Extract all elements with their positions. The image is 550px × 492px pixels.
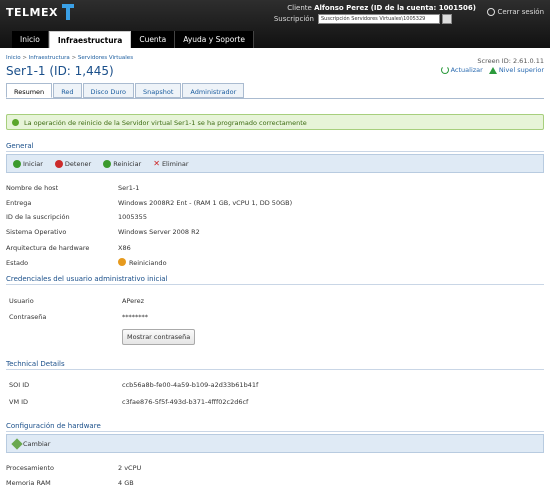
breadcrumb-inicio[interactable]: Inicio xyxy=(6,55,21,61)
subscription-label: Suscripción xyxy=(273,15,314,23)
nav-tab-inicio[interactable]: Inicio xyxy=(12,31,49,48)
client-label: Cliente xyxy=(287,4,312,12)
field-label: Procesamiento xyxy=(6,464,55,472)
field-label: Usuario xyxy=(9,297,34,305)
tab-red[interactable]: Red xyxy=(53,83,82,98)
main-nav: Inicio Infraestructura Cuenta Ayuda y So… xyxy=(12,31,254,48)
field-label: ID de la suscripción xyxy=(6,213,70,221)
breadcrumb: Inicio > Infraestructura > Servidores Vi… xyxy=(6,55,134,61)
field-label: Arquitectura de hardware xyxy=(6,244,90,252)
username-value: APerez xyxy=(122,297,145,305)
tab-resumen[interactable]: Resumen xyxy=(6,83,53,98)
tab-disco-duro[interactable]: Disco Duro xyxy=(82,83,134,98)
ram-value: 4 GB xyxy=(118,479,134,487)
breadcrumb-servidores[interactable]: Servidores Virtuales xyxy=(78,55,133,61)
top-header: TELMEX Cliente Alfonso Perez (ID de la c… xyxy=(0,0,550,48)
section-general-title: General xyxy=(6,142,34,150)
refresh-icon xyxy=(440,66,449,74)
logout-link[interactable]: Cerrar sesión xyxy=(486,8,544,16)
field-label: Estado xyxy=(6,259,29,267)
field-value: Ser1-1 xyxy=(118,184,140,192)
success-text: La operación de reinicio de la Servidor … xyxy=(24,119,307,127)
nav-tab-ayuda[interactable]: Ayuda y Soporte xyxy=(175,31,254,48)
power-icon xyxy=(486,8,495,16)
field-value: Windows 2008R2 Ent - (RAM 1 GB, vCPU 1, … xyxy=(118,199,293,207)
restart-button[interactable]: Reiniciar xyxy=(103,159,141,168)
stop-button[interactable]: Detener xyxy=(54,159,91,168)
password-value: ******** xyxy=(122,313,148,321)
section-credentials-title: Credenciales del usuario administrativo … xyxy=(6,275,168,283)
subscription-row: Suscripción Suscripción Servidores Virtu… xyxy=(274,14,452,24)
close-icon: ✕ xyxy=(153,158,160,168)
soi-id-value: ccb56a8b-fe00-4a59-b109-a2d33b61b41f xyxy=(122,381,259,389)
change-button[interactable]: Cambiar xyxy=(11,437,50,450)
field-label: Nombre de host xyxy=(6,184,59,192)
delete-button[interactable]: ✕ Eliminar xyxy=(153,158,188,168)
field-label: Sistema Operativo xyxy=(6,228,67,236)
success-message: La operación de reinicio de la Servidor … xyxy=(6,114,544,130)
field-label: VM ID xyxy=(9,398,29,406)
client-info: Cliente Alfonso Perez (ID de la cuenta: … xyxy=(287,4,476,12)
section-hardware-title: Configuración de hardware xyxy=(6,422,101,430)
page-title: Ser1-1 (ID: 1,445) xyxy=(6,64,114,78)
up-level-button[interactable]: Nivel superior xyxy=(488,66,544,74)
stop-icon xyxy=(54,159,63,168)
field-label: Contraseña xyxy=(9,313,47,321)
field-value: Windows Server 2008 R2 xyxy=(118,228,200,236)
tab-administrador[interactable]: Administrador xyxy=(182,83,245,98)
subscription-select[interactable]: Suscripción Servidores Virtuales\1005329 xyxy=(318,14,440,24)
field-value: 1005355 xyxy=(118,213,147,221)
play-icon xyxy=(13,159,21,168)
field-label: Entrega xyxy=(6,199,32,207)
nav-tab-cuenta[interactable]: Cuenta xyxy=(131,31,176,48)
hardware-toolbar: Cambiar xyxy=(6,434,544,453)
breadcrumb-infraestructura[interactable]: Infraestructura xyxy=(29,55,70,61)
logout-label: Cerrar sesión xyxy=(497,8,544,16)
arrow-up-icon xyxy=(488,66,497,74)
show-password-button[interactable]: Mostrar contraseña xyxy=(122,329,196,345)
section-technical-title: Technical Details xyxy=(6,360,65,368)
chevron-down-icon[interactable]: ▾ xyxy=(442,14,452,24)
nav-tab-infraestructura[interactable]: Infraestructura xyxy=(48,31,132,48)
check-icon xyxy=(12,119,19,126)
tab-snapshot[interactable]: Snapshot xyxy=(135,83,182,98)
screen-id: Screen ID: 2.61.0.11 xyxy=(477,57,544,65)
warning-icon xyxy=(118,258,126,266)
subscription-value: Suscripción Servidores Virtuales\1005329 xyxy=(321,16,426,22)
refresh-button[interactable]: Actualizar xyxy=(440,66,483,74)
field-label: Memoria RAM xyxy=(6,479,51,487)
brand-logo[interactable]: TELMEX xyxy=(6,6,58,19)
start-button[interactable]: Iniciar xyxy=(13,159,43,168)
vm-id-value: c3fae876-5f5f-493d-b371-4fff02c2d6cf xyxy=(122,398,249,406)
wrench-icon xyxy=(11,437,23,450)
page-actions: Actualizar Nivel superior xyxy=(435,66,544,74)
client-value: Alfonso Perez (ID de la cuenta: 1001506) xyxy=(314,4,476,12)
up-level-label: Nivel superior xyxy=(498,66,544,74)
status-value: Reiniciando xyxy=(118,258,167,267)
detail-tabs: Resumen Red Disco Duro Snapshot Administ… xyxy=(6,83,245,98)
cpu-value: 2 vCPU xyxy=(118,464,142,472)
brand-logo-mark-icon xyxy=(62,4,74,20)
general-toolbar: Iniciar Detener Reiniciar ✕ Eliminar xyxy=(6,154,544,173)
restart-icon xyxy=(103,159,112,168)
refresh-label: Actualizar xyxy=(450,66,483,74)
field-label: SOI ID xyxy=(9,381,30,389)
field-value: X86 xyxy=(118,244,131,252)
